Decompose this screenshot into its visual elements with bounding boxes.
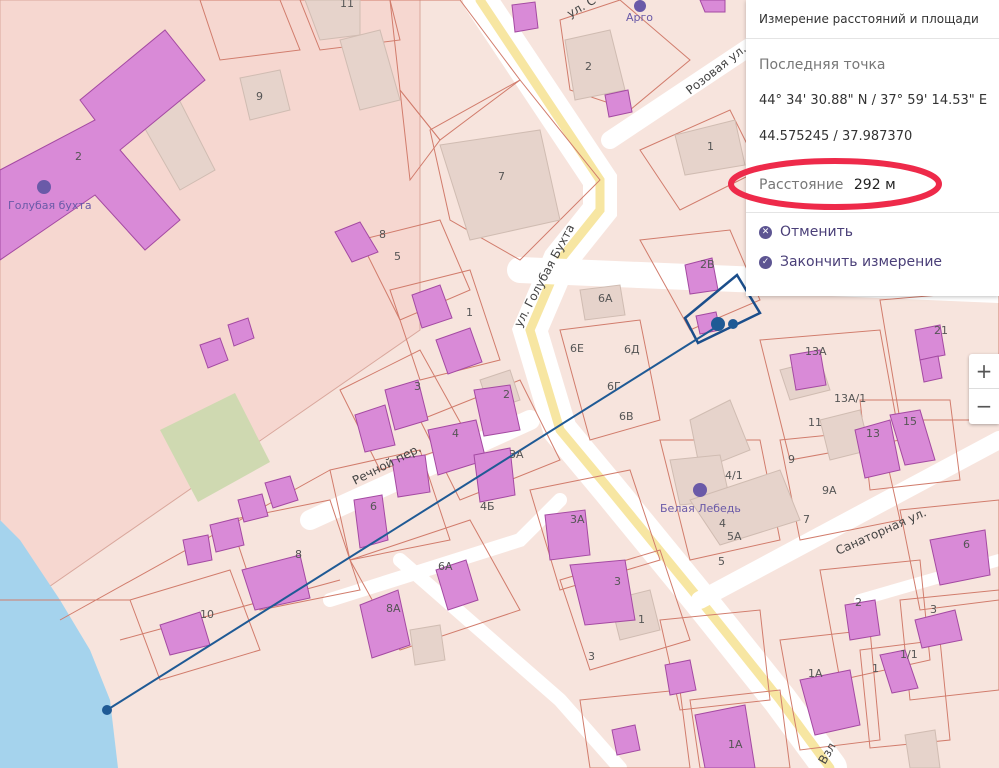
distance-row: Расстояние 292 м — [759, 177, 896, 193]
house-number: 3 — [414, 380, 421, 393]
cancel-button[interactable]: ✕ Отменить — [759, 224, 853, 240]
house-number: 21 — [934, 324, 948, 337]
house-number: 2 — [503, 388, 510, 401]
house-number: 11 — [340, 0, 354, 10]
house-number: 3 — [930, 603, 937, 616]
distance-label: Расстояние — [759, 177, 844, 193]
house-number: 4/1 — [725, 469, 743, 482]
house-number: 6В — [619, 410, 634, 423]
house-number: 6А — [598, 292, 613, 305]
house-number: 2 — [75, 150, 82, 163]
house-number: 1 — [466, 306, 473, 319]
measurement-start-point[interactable] — [102, 705, 112, 715]
house-number: 3 — [614, 575, 621, 588]
house-number: 13А — [805, 345, 827, 358]
house-number: 1А — [808, 667, 823, 680]
house-number: 8 — [295, 548, 302, 561]
house-number: 4 — [719, 517, 726, 530]
coordinates-decimal: 44.575245 / 37.987370 — [759, 129, 913, 144]
house-number: 7 — [498, 170, 505, 183]
panel-divider — [746, 212, 999, 213]
house-number: 2 — [585, 60, 592, 73]
house-number: 1 — [872, 662, 879, 675]
beach-umbrella-icon — [37, 180, 51, 194]
finish-label: Закончить измерение — [780, 254, 943, 270]
house-number: 9А — [822, 484, 837, 497]
measurement-panel: Измерение расстояний и площади Последняя… — [746, 0, 999, 296]
panel-divider — [746, 38, 999, 39]
house-number: 4Б — [480, 500, 495, 513]
measurement-end-point-2[interactable] — [728, 319, 738, 329]
house-number: 3А — [509, 448, 524, 461]
poi-label-argo: Арго — [626, 11, 653, 24]
house-number: 10 — [200, 608, 214, 621]
hotel-bed-icon — [693, 483, 707, 497]
house-number: 1 — [707, 140, 714, 153]
panel-title: Измерение расстояний и площади — [759, 12, 979, 26]
coordinates-dms: 44° 34' 30.88" N / 37° 59' 14.53" E — [759, 93, 988, 108]
house-number: 6Д — [624, 343, 640, 356]
check-icon: ✓ — [759, 255, 772, 269]
poi-label-belaya-lebed: Белая Лебедь — [660, 502, 741, 515]
poi-label-golubaya-bukhta: Голубая бухта — [8, 199, 92, 212]
house-number: 7 — [803, 513, 810, 526]
house-number: 3А — [570, 513, 585, 526]
house-number: 1 — [638, 613, 645, 626]
house-number: 8А — [386, 602, 401, 615]
house-number: 6 — [370, 500, 377, 513]
house-number: 6 — [963, 538, 970, 551]
measurement-end-point[interactable] — [711, 317, 725, 331]
house-number: 6Е — [570, 342, 584, 355]
zoom-in-button[interactable]: + — [969, 354, 999, 389]
house-number: 6Г — [607, 380, 621, 393]
house-number: 6А — [438, 560, 453, 573]
cancel-label: Отменить — [780, 224, 854, 240]
house-number: 5 — [394, 250, 401, 263]
house-number: 5А — [727, 530, 742, 543]
house-number: 4 — [452, 427, 459, 440]
house-number: 13 — [866, 427, 880, 440]
house-number: 9 — [256, 90, 263, 103]
last-point-label: Последняя точка — [759, 57, 886, 73]
house-number: 15 — [903, 415, 917, 428]
close-icon: ✕ — [759, 225, 772, 239]
zoom-out-button[interactable]: − — [969, 389, 999, 424]
house-number: 8 — [379, 228, 386, 241]
house-number: 1А — [728, 738, 743, 751]
house-number: 13А/1 — [834, 392, 866, 405]
house-number: 11 — [808, 416, 822, 429]
house-number: 1/1 — [900, 648, 918, 661]
house-number: 9 — [788, 453, 795, 466]
house-number: 3 — [588, 650, 595, 663]
zoom-controls: + − — [969, 354, 999, 424]
house-number: 2 — [855, 596, 862, 609]
distance-value: 292 м — [853, 177, 896, 193]
house-number: 5 — [718, 555, 725, 568]
finish-measurement-button[interactable]: ✓ Закончить измерение — [759, 254, 942, 270]
house-number: 2В — [700, 258, 715, 271]
